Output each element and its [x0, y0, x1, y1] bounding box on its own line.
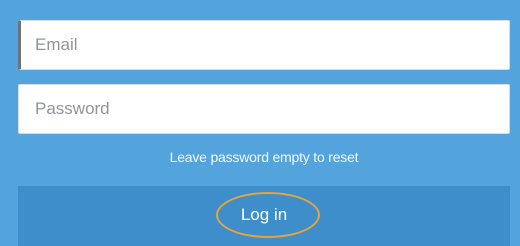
login-button-label: Log in: [240, 205, 288, 224]
password-field[interactable]: [18, 84, 510, 134]
login-button[interactable]: Log in: [18, 186, 510, 246]
password-reset-hint: Leave password empty to reset: [169, 149, 359, 165]
email-field[interactable]: [18, 20, 510, 70]
login-panel: Leave password empty to reset Log in: [0, 0, 520, 246]
